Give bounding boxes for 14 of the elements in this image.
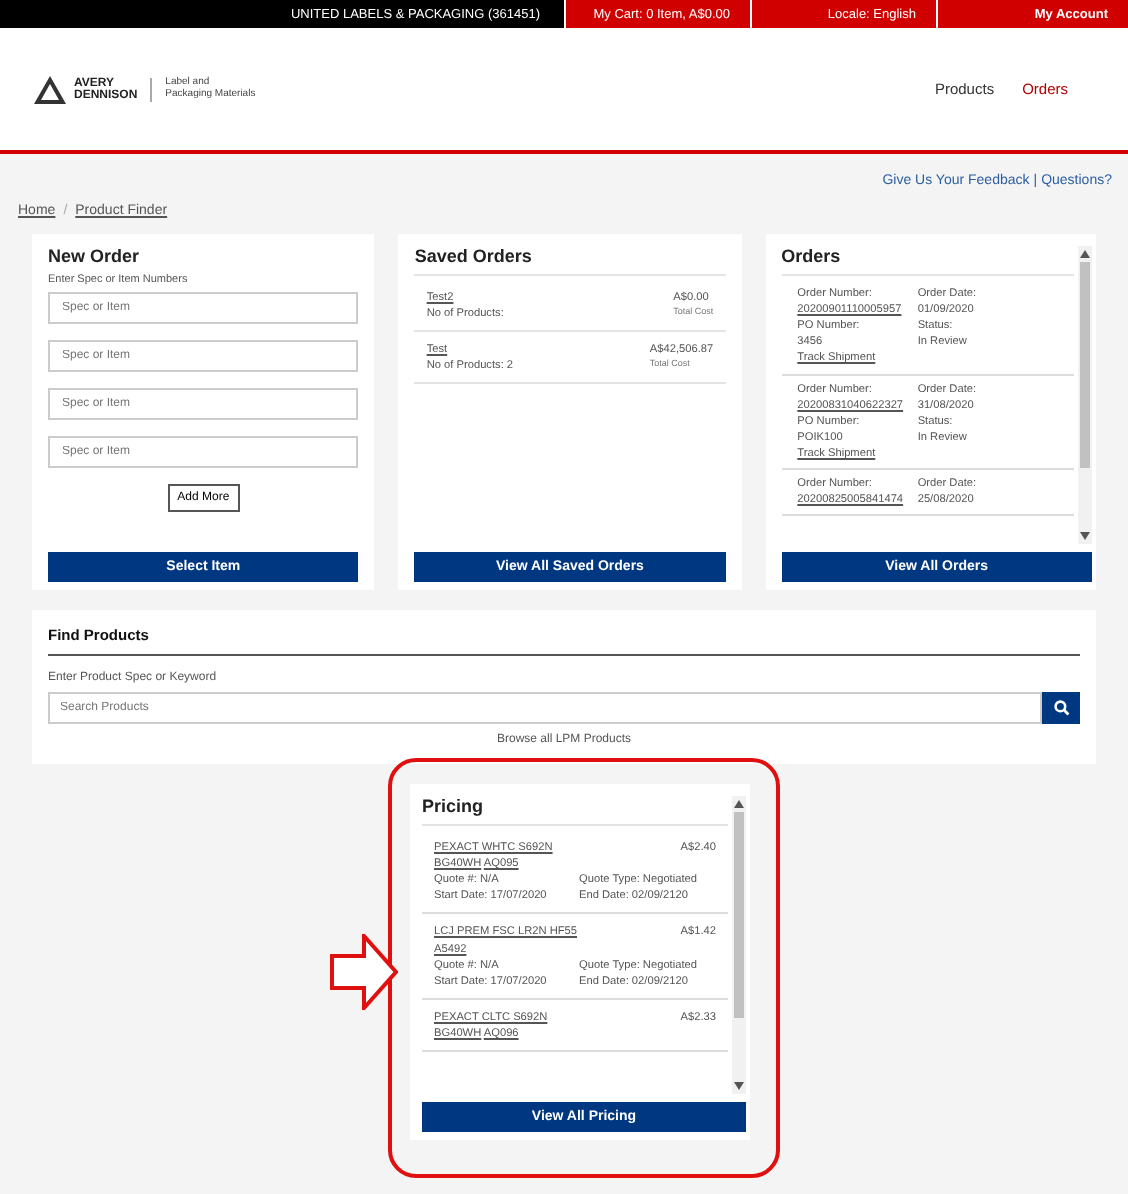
card-title: Saved Orders xyxy=(414,246,726,276)
logo-icon xyxy=(32,73,68,105)
scrollbar[interactable] xyxy=(1077,246,1092,544)
arrow-icon xyxy=(330,934,398,1010)
scroll-up-icon[interactable] xyxy=(734,800,744,808)
scroll-up-icon[interactable] xyxy=(1079,250,1090,258)
search-button[interactable] xyxy=(1042,692,1080,724)
scroll-down-icon[interactable] xyxy=(734,1082,744,1090)
scrollbar[interactable] xyxy=(732,796,746,1094)
search-icon xyxy=(1053,700,1069,716)
card-title: Pricing xyxy=(422,796,728,826)
card-title: Orders xyxy=(781,246,1074,276)
scroll-down-icon[interactable] xyxy=(1079,532,1090,540)
card-title: New Order xyxy=(48,246,142,270)
